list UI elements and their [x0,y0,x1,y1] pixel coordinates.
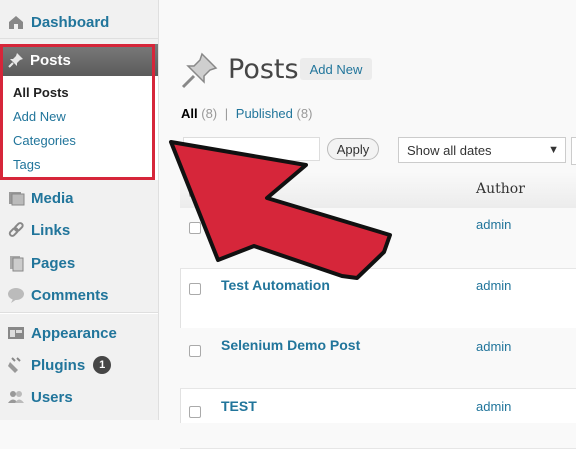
menu-links[interactable]: Links [0,214,158,246]
media-icon [7,189,25,207]
apply-button[interactable]: Apply [327,138,379,160]
row-title[interactable]: Test Automation [221,277,330,293]
admin-sidebar: Dashboard Posts All Posts Add New Catego… [0,0,159,420]
appearance-icon [7,324,25,342]
menu-comments-label: Comments [31,286,109,304]
filter-button-edge[interactable] [571,137,576,165]
row-author[interactable]: admin [476,278,511,293]
row-checkbox[interactable] [189,283,201,295]
posts-highlight-box [0,44,155,180]
filter-all-count: (8) [201,106,218,121]
filter-all[interactable]: All [181,106,198,121]
row-author[interactable]: admin [476,399,511,414]
menu-appearance-label: Appearance [31,324,117,342]
posts-page-icon [180,50,220,95]
filter-separator: | [224,106,229,121]
comment-bubble-icon [7,286,25,304]
row-checkbox[interactable] [189,345,201,357]
link-icon [7,221,25,239]
row-checkbox[interactable] [189,406,201,418]
menu-dashboard-label: Dashboard [31,13,110,31]
menu-comments[interactable]: Comments [0,279,158,311]
column-header-author[interactable]: Author [476,181,525,197]
date-filter-select[interactable]: Show all dates ▼ [398,137,566,163]
date-filter-value: Show all dates [407,142,492,158]
page-title: Posts [228,54,299,85]
menu-plugins-label: Plugins [31,356,86,374]
menu-media-label: Media [31,189,74,207]
plugins-update-badge: 1 [93,356,112,374]
table-row [180,208,576,269]
plug-icon [7,356,25,374]
menu-plugins[interactable]: Plugins 1 [0,349,158,381]
chevron-down-icon: ▼ [548,144,559,156]
pages-icon [7,254,25,272]
menu-appearance[interactable]: Appearance [0,317,158,349]
menu-dashboard[interactable]: Dashboard [0,6,158,38]
dashboard-icon [7,13,25,31]
menu-pages[interactable]: Pages [0,247,158,279]
row-title[interactable]: TEST [221,398,257,414]
menu-links-label: Links [31,221,71,239]
filter-published[interactable]: Published [236,106,293,121]
menu-pages-label: Pages [31,254,76,272]
filter-published-count: (8) [296,106,313,121]
select-all-checkbox[interactable] [189,185,201,197]
row-title[interactable]: Selenium Demo Post [221,337,360,353]
row-checkbox[interactable] [189,222,201,234]
row-author[interactable]: admin [476,217,511,232]
menu-users-label: Users [31,388,73,406]
row-author[interactable]: admin [476,339,511,354]
users-icon [7,388,25,406]
menu-media[interactable]: Media [0,182,158,214]
bulk-actions-select[interactable] [183,137,320,161]
divider [0,38,158,39]
status-filter-links: All (8) | Published (8) [181,106,312,121]
add-new-post-button[interactable]: Add New [300,58,372,80]
divider [0,313,158,314]
menu-users[interactable]: Users [0,381,158,413]
